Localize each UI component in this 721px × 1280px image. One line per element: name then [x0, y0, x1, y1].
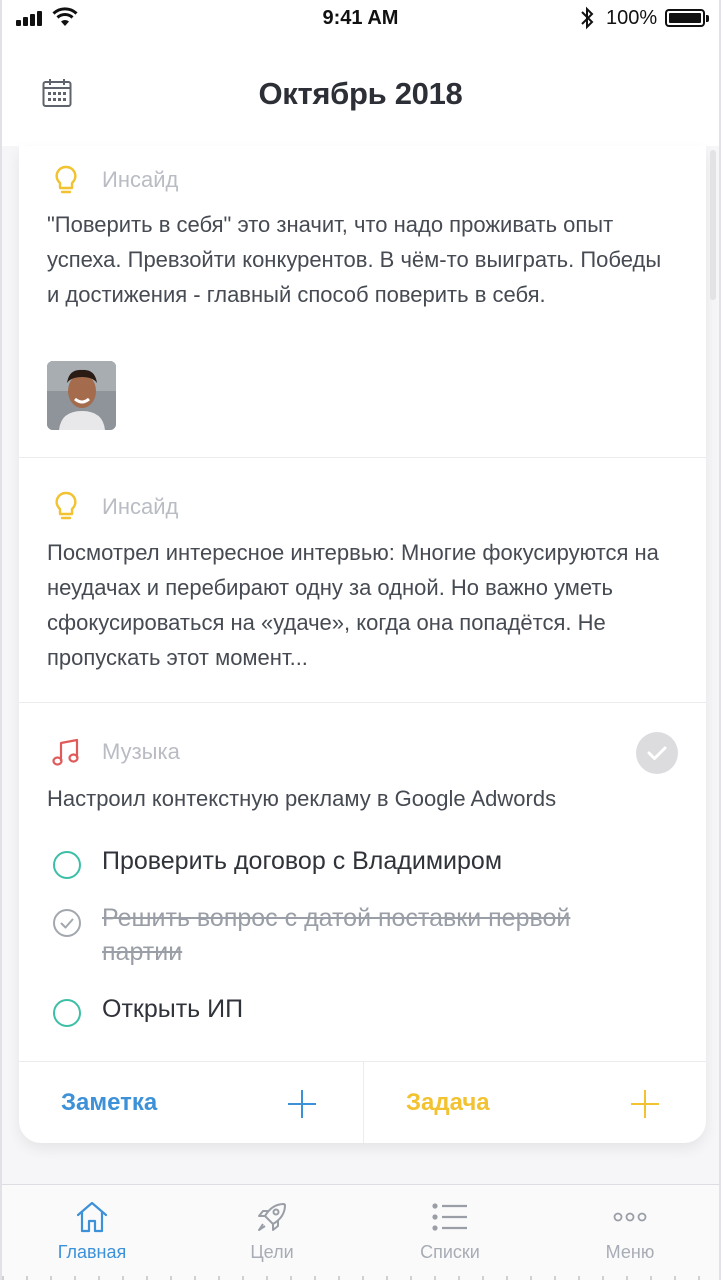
entry-text[interactable]: "Поверить в себя" это значит, что надо п…: [47, 207, 679, 312]
task-label: Открыть ИП: [102, 995, 244, 1023]
page-title: Октябрь 2018: [258, 76, 463, 111]
entry-category: Инсайд: [102, 494, 179, 519]
task-label: Решить вопрос с датой поставки первой па…: [102, 904, 571, 966]
bottom-ruler: [2, 1276, 719, 1280]
tab-goals[interactable]: Цели: [182, 1185, 362, 1280]
lightbulb-icon: [55, 491, 77, 520]
status-bar: 9:41 AM 100%: [2, 0, 719, 38]
rocket-icon: [258, 1203, 286, 1231]
music-note-icon: [52, 738, 79, 766]
bluetooth-icon: [581, 6, 594, 30]
add-task-button[interactable]: Задача: [363, 1062, 706, 1143]
list-icon: [432, 1203, 467, 1231]
battery-percent: 100%: [606, 7, 658, 29]
avatar[interactable]: [47, 361, 116, 430]
divider: [19, 457, 706, 458]
tab-label: Главная: [57, 1242, 127, 1262]
task-checkbox[interactable]: [53, 999, 81, 1027]
tab-home[interactable]: Главная: [2, 1185, 182, 1280]
add-note-label: Заметка: [61, 1089, 158, 1116]
task-checkbox[interactable]: [53, 851, 81, 879]
completed-check-badge[interactable]: [636, 732, 678, 774]
plus-icon: [631, 1090, 659, 1118]
add-note-button[interactable]: Заметка: [19, 1062, 362, 1143]
app-screen: 9:41 AM 100% Октябрь 2018 Инсайд "Повери…: [0, 0, 721, 1280]
entry-text[interactable]: Посмотрел интересное интервью: Многие фо…: [47, 535, 679, 675]
entries-card: Инсайд "Поверить в себя" это значит, что…: [19, 146, 706, 1143]
entry-category: Музыка: [102, 739, 180, 764]
entry-category: Инсайд: [102, 167, 179, 192]
more-dots-icon: [613, 1212, 647, 1222]
task-label: Проверить договор с Владимиром: [102, 847, 502, 875]
checkmark-icon: [647, 746, 667, 760]
plus-icon: [288, 1090, 316, 1118]
card-footer: Заметка Задача: [19, 1061, 706, 1143]
tab-label: Списки: [420, 1242, 480, 1262]
tab-label: Меню: [605, 1242, 655, 1262]
lightbulb-icon: [55, 165, 77, 194]
divider: [19, 702, 706, 703]
entry-text[interactable]: Настроил контекстную рекламу в Google Ad…: [47, 781, 679, 816]
scrollbar[interactable]: [710, 150, 716, 300]
tab-bar: Главная Цели Списки Меню: [2, 1184, 719, 1280]
task-checked-icon[interactable]: [53, 909, 81, 937]
person-photo-icon: [47, 361, 116, 430]
add-task-label: Задача: [406, 1089, 490, 1116]
tab-lists[interactable]: Списки: [360, 1185, 540, 1280]
tab-label: Цели: [250, 1242, 294, 1262]
header: Октябрь 2018: [2, 38, 719, 146]
tab-menu[interactable]: Меню: [540, 1185, 719, 1280]
home-icon: [76, 1201, 108, 1233]
battery-icon: [665, 9, 709, 27]
